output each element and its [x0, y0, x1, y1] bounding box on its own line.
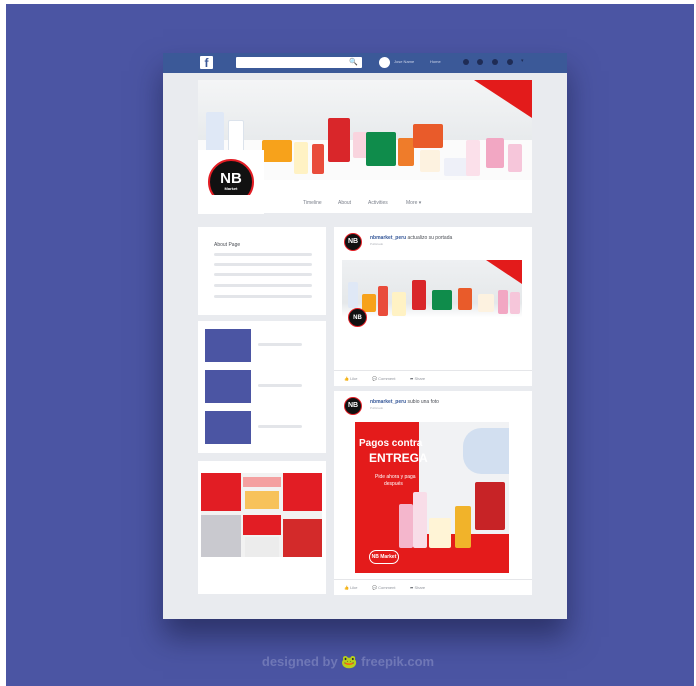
comment-label: Comment [378, 376, 396, 381]
comment-label: Comment [378, 585, 396, 590]
like-label: Like [350, 585, 358, 590]
promo-headline-emphasis: ENTREGA [369, 451, 428, 465]
post-action-text: actualizo su portada [407, 235, 453, 241]
notifications-icon[interactable] [492, 59, 498, 65]
red-corner-decoration [474, 80, 532, 118]
comment-button[interactable]: 💬 Comment [372, 376, 395, 381]
search-input[interactable]: 🔍 [236, 57, 362, 68]
post-actions: 👍 Like 💬 Comment ➦ Share [334, 370, 532, 386]
logo-initials: NB [220, 170, 242, 187]
share-label: Share [414, 376, 426, 381]
page-tabs: Timeline About Activities More ▾ [198, 195, 532, 213]
post-logo-icon: NB [348, 308, 367, 327]
photo-thumbnail[interactable] [205, 370, 251, 403]
post-logo-initials: NB [353, 314, 362, 321]
post-card: NB nbmarket_peru subio una foto Publicad… [334, 391, 532, 595]
user-name-link[interactable]: Jose Name [394, 59, 414, 64]
tab-about[interactable]: About [338, 200, 351, 206]
post-author-link[interactable]: nbmarket_peru [370, 399, 406, 405]
photos-panel [198, 321, 326, 453]
promo-brand-text: NB Market [371, 554, 397, 560]
comment-button[interactable]: 💬 Comment [372, 585, 395, 590]
post-timestamp: Publicado [370, 406, 384, 410]
post-author-link[interactable]: nbmarket_peru [370, 235, 406, 241]
tab-timeline[interactable]: Timeline [303, 200, 322, 206]
promo-brand-logo: NB Market [369, 550, 399, 564]
search-icon[interactable]: 🔍 [349, 58, 358, 67]
post-card: NB nbmarket_peru actualizo su portada Pu… [334, 227, 532, 386]
top-navigation-bar: f 🔍 Jose Name Home ▾ [163, 53, 567, 73]
home-link[interactable]: Home [430, 59, 441, 64]
post-header: nbmarket_peru subio una foto [370, 399, 439, 405]
friend-requests-icon[interactable] [463, 59, 469, 65]
chevron-down-icon[interactable]: ▾ [521, 58, 524, 64]
post-cover-image[interactable]: NB [342, 260, 522, 332]
post-author-avatar[interactable]: NB [344, 397, 362, 415]
messages-icon[interactable] [477, 59, 483, 65]
tab-activities[interactable]: Activities [368, 200, 388, 206]
like-button[interactable]: 👍 Like [344, 585, 357, 590]
tab-more[interactable]: More ▾ [406, 200, 421, 206]
promo-subtext: después [384, 481, 403, 487]
promo-subtext: Pide ahora y paga [375, 474, 416, 480]
promo-collage-image[interactable] [201, 473, 322, 557]
facebook-logo-icon[interactable]: f [200, 56, 213, 70]
about-panel: About Page [198, 227, 326, 315]
like-button[interactable]: 👍 Like [344, 376, 357, 381]
collage-panel [198, 461, 326, 594]
promo-headline: Pagos contra [359, 438, 423, 449]
share-button[interactable]: ➦ Share [410, 585, 425, 590]
facebook-page-mockup: f 🔍 Jose Name Home ▾ NB Market Timeline … [163, 53, 567, 619]
post-action-text: subio una foto [407, 399, 439, 405]
photo-thumbnail[interactable] [205, 411, 251, 444]
like-label: Like [350, 376, 358, 381]
logo-subtext: Market [224, 186, 238, 191]
share-button[interactable]: ➦ Share [410, 376, 425, 381]
post-header: nbmarket_peru actualizo su portada [370, 235, 452, 241]
about-panel-title: About Page [214, 242, 241, 248]
share-label: Share [414, 585, 426, 590]
post-author-avatar[interactable]: NB [344, 233, 362, 251]
help-icon[interactable] [507, 59, 513, 65]
post-actions: 👍 Like 💬 Comment ➦ Share [334, 579, 532, 595]
user-avatar[interactable] [379, 57, 390, 68]
photo-thumbnail[interactable] [205, 329, 251, 362]
freepik-credit: designed by 🐸 freepik.com [261, 654, 435, 669]
promo-image[interactable]: Pagos contra ENTREGA Pide ahora y paga d… [355, 422, 509, 573]
post-timestamp: Publicado [370, 242, 384, 246]
